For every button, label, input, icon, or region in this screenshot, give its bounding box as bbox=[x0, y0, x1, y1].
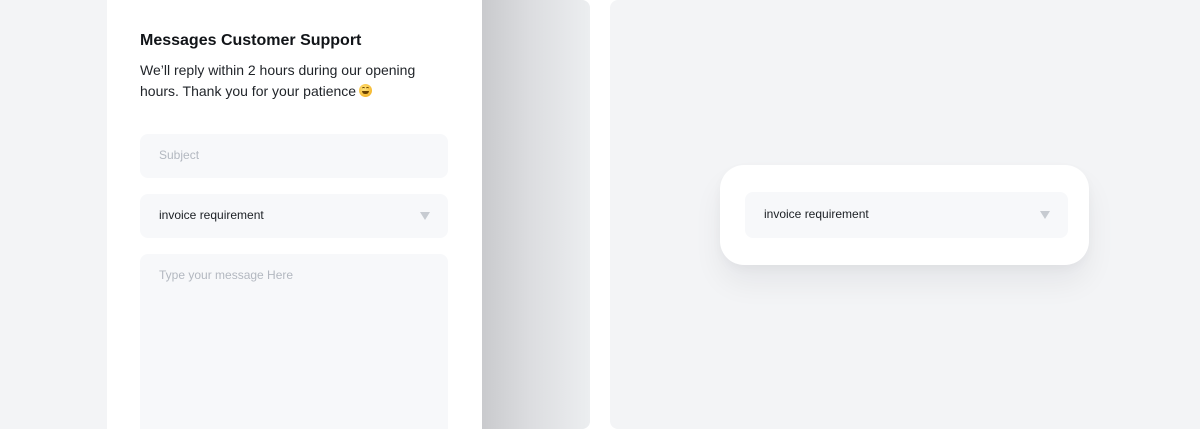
screen: Messages Customer Support We’ll reply wi… bbox=[0, 0, 1200, 429]
form-preview-panel: Messages Customer Support We’ll reply wi… bbox=[0, 0, 590, 429]
caret-down-icon bbox=[1040, 211, 1050, 219]
caret-down-icon bbox=[420, 212, 430, 220]
message-textarea[interactable]: Type your message Here bbox=[140, 254, 448, 429]
form-description-text: We’ll reply within 2 hours during our op… bbox=[140, 62, 416, 99]
dropdown-card: invoice requirement bbox=[720, 165, 1089, 265]
card-shadow bbox=[482, 0, 590, 429]
dropdown-preview-panel: invoice requirement bbox=[610, 0, 1200, 429]
grinning-face-icon bbox=[359, 84, 373, 97]
support-form-card: Messages Customer Support We’ll reply wi… bbox=[107, 0, 482, 429]
form-description: We’ll reply within 2 hours during our op… bbox=[140, 60, 440, 102]
topic-dropdown-value: invoice requirement bbox=[764, 207, 869, 221]
topic-select[interactable]: invoice requirement bbox=[140, 194, 448, 238]
topic-select-value: invoice requirement bbox=[159, 208, 264, 222]
message-placeholder: Type your message Here bbox=[159, 268, 294, 282]
subject-placeholder: Subject bbox=[159, 148, 200, 162]
form-title: Messages Customer Support bbox=[140, 32, 362, 49]
topic-dropdown[interactable]: invoice requirement bbox=[745, 192, 1068, 238]
subject-input[interactable]: Subject bbox=[140, 134, 448, 178]
